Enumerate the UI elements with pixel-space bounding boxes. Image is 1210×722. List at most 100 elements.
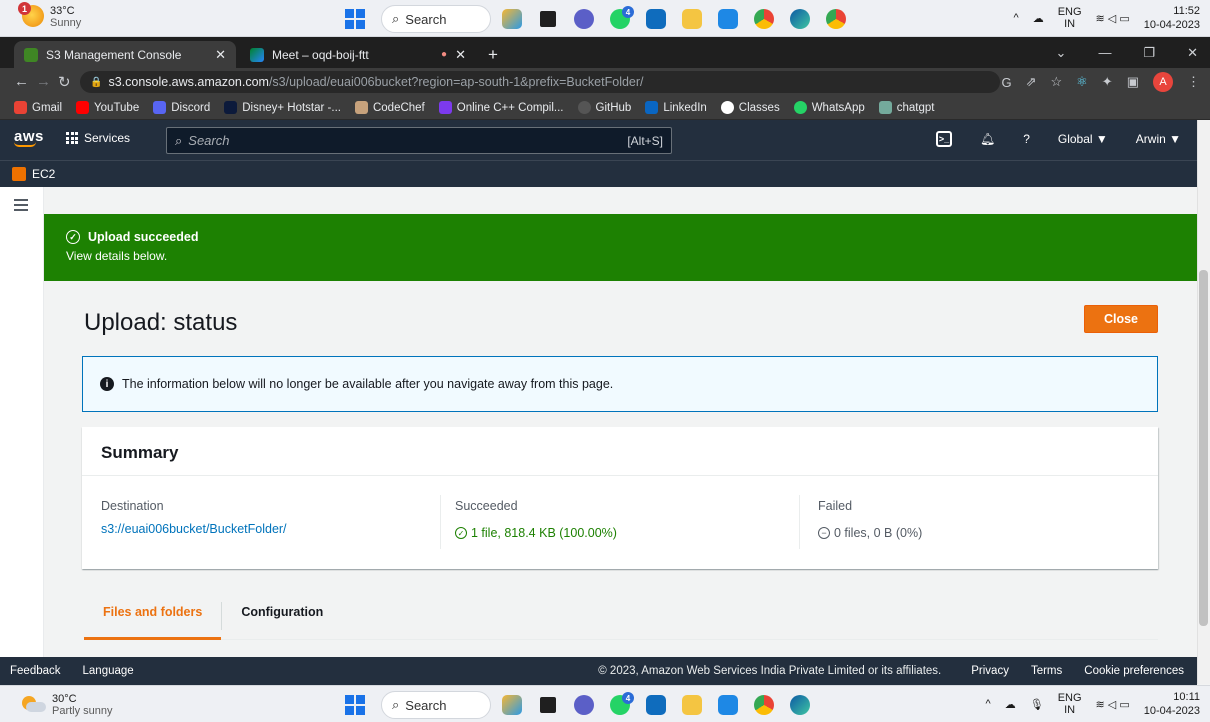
bell-icon[interactable]: 🔔︎ xyxy=(980,132,995,146)
close-button[interactable]: Close xyxy=(1084,305,1158,333)
extensions-icon[interactable]: ✦ xyxy=(1102,74,1113,90)
wifi-volume-battery-icons[interactable]: ≋ ◁ ▭ xyxy=(1096,12,1130,25)
taskbar-app-whatsapp[interactable]: 4 xyxy=(605,5,635,33)
cookie-preferences-link[interactable]: Cookie preferences xyxy=(1084,665,1184,677)
taskbar-app-chrome[interactable] xyxy=(749,5,779,33)
bookmark-label: YouTube xyxy=(94,101,140,114)
services-menu-button[interactable]: Services xyxy=(66,131,130,145)
bookmark-youtube[interactable]: YouTube xyxy=(76,101,139,114)
kebab-menu-icon[interactable]: ⋮ xyxy=(1187,74,1200,90)
hamburger-menu-icon[interactable] xyxy=(14,199,28,214)
folder-icon xyxy=(682,695,702,715)
weather-condition: Partly sunny xyxy=(52,705,113,717)
aws-search-input[interactable]: ⌕ Search [Alt+S] xyxy=(166,127,672,154)
taskbar-app-mail[interactable] xyxy=(713,691,743,719)
google-lens-icon[interactable]: G xyxy=(1001,75,1011,90)
windows-start-icon[interactable] xyxy=(345,695,365,715)
bookmark-codechef[interactable]: CodeChef xyxy=(354,101,425,114)
weather-widget[interactable]: 1 33°C Sunny xyxy=(18,2,81,29)
taskbar-app-teams[interactable] xyxy=(569,5,599,33)
bookmark-linkedin[interactable]: LinkedIn xyxy=(645,101,707,114)
account-menu[interactable]: Arwin ▼ xyxy=(1136,132,1181,146)
privacy-link[interactable]: Privacy xyxy=(971,665,1009,677)
forward-icon[interactable]: → xyxy=(36,73,51,90)
windows-start-icon[interactable] xyxy=(345,9,365,29)
back-icon[interactable]: ← xyxy=(14,73,29,90)
taskbar-app-chrome[interactable] xyxy=(749,691,779,719)
side-panel-icon[interactable]: ▣ xyxy=(1127,74,1139,90)
page-scrollbar[interactable] xyxy=(1197,120,1210,684)
tab-meet[interactable]: Meet – oqd-boij-ftt ● ✕ xyxy=(240,41,476,68)
bookmark-label: Gmail xyxy=(32,101,63,114)
taskbar-search[interactable]: ⌕ Search xyxy=(381,5,491,33)
taskbar-app-taskview[interactable] xyxy=(533,691,563,719)
chevron-up-icon[interactable]: ^ xyxy=(986,698,991,710)
taskbar-app-whatsapp[interactable]: 4 xyxy=(605,691,635,719)
feedback-link[interactable]: Feedback xyxy=(10,665,61,677)
microphone-icon[interactable]: 🎙︎ xyxy=(1030,698,1044,711)
url-bar[interactable]: 🔒 s3.console.aws.amazon.com/s3/upload/eu… xyxy=(80,71,1000,93)
taskbar-search-label: Search xyxy=(405,697,447,713)
taskbar-app-explorer[interactable] xyxy=(677,691,707,719)
share-icon[interactable]: ⇗ xyxy=(1026,74,1037,90)
clock[interactable]: 11:52 10-04-2023 xyxy=(1144,4,1200,32)
taskbar-app-widgets[interactable] xyxy=(497,5,527,33)
cloudshell-icon[interactable]: >_ xyxy=(935,131,952,147)
taskbar-app-explorer[interactable] xyxy=(677,5,707,33)
new-tab-button[interactable]: + xyxy=(478,41,508,68)
tab-s3-console[interactable]: S3 Management Console ✕ xyxy=(14,41,236,68)
taskbar-app-chrome-2[interactable] xyxy=(821,5,851,33)
bookmark-label: chatgpt xyxy=(896,101,935,114)
tab-configuration[interactable]: Configuration xyxy=(222,594,342,640)
taskbar-app-edge[interactable] xyxy=(785,5,815,33)
reload-icon[interactable]: ↻ xyxy=(58,73,71,91)
minimize-icon[interactable]: — xyxy=(1098,45,1111,61)
taskbar-app-mail[interactable] xyxy=(713,5,743,33)
tab-files-and-folders[interactable]: Files and folders xyxy=(84,594,222,640)
taskbar-app-store[interactable] xyxy=(641,5,671,33)
taskbar-app-widgets[interactable] xyxy=(497,691,527,719)
bookmark-classes[interactable]: Classes xyxy=(720,101,780,114)
mail-icon xyxy=(718,695,738,715)
favorite-ec2[interactable]: EC2 xyxy=(32,167,55,181)
taskbar-app-store[interactable] xyxy=(641,691,671,719)
bookmark-whatsapp[interactable]: WhatsApp xyxy=(793,101,865,114)
bookmark-github[interactable]: GitHub xyxy=(577,101,631,114)
region-selector[interactable]: Global ▼ xyxy=(1058,132,1108,146)
clock[interactable]: 10:11 10-04-2023 xyxy=(1144,690,1200,718)
bookmark-star-icon[interactable]: ☆ xyxy=(1050,74,1062,90)
bookmark-chatgpt[interactable]: chatgpt xyxy=(878,101,935,114)
taskbar-app-edge[interactable] xyxy=(785,691,815,719)
cloud-icon[interactable]: ☁ xyxy=(1033,12,1044,25)
cloud-icon[interactable]: ☁ xyxy=(1005,698,1016,711)
close-tab-icon[interactable]: ✕ xyxy=(215,47,226,63)
restore-icon[interactable]: ❐ xyxy=(1143,45,1155,61)
react-devtools-icon[interactable]: ⚛ xyxy=(1076,74,1088,90)
bookmark-gmail[interactable]: Gmail xyxy=(14,101,62,114)
taskbar-app-taskview[interactable] xyxy=(533,5,563,33)
info-alert: i The information below will no longer b… xyxy=(82,356,1158,412)
close-tab-icon[interactable]: ✕ xyxy=(455,47,466,63)
bookmark-online-cpp[interactable]: Online C++ Compil... xyxy=(438,101,564,114)
close-window-icon[interactable]: ✕ xyxy=(1187,45,1198,61)
gmail-icon xyxy=(14,101,27,114)
scrollbar-thumb[interactable] xyxy=(1199,270,1208,626)
terms-link[interactable]: Terms xyxy=(1031,665,1062,677)
bookmark-discord[interactable]: Discord xyxy=(153,101,210,114)
bookmark-hotstar[interactable]: Disney+ Hotstar -... xyxy=(224,101,341,114)
help-icon[interactable]: ? xyxy=(1023,132,1030,146)
chevron-up-icon[interactable]: ^ xyxy=(1014,12,1019,24)
language-indicator[interactable]: ENG IN xyxy=(1058,6,1082,30)
language-indicator[interactable]: ENG IN xyxy=(1058,692,1082,716)
language-link[interactable]: Language xyxy=(83,665,134,677)
taskbar-app-teams[interactable] xyxy=(569,691,599,719)
wifi-volume-battery-icons[interactable]: ≋ ◁ ▭ xyxy=(1096,698,1130,711)
destination-link[interactable]: s3://euai006bucket/BucketFolder/ xyxy=(101,522,287,536)
lang-code: ENG xyxy=(1057,6,1082,18)
aws-logo[interactable]: aws xyxy=(14,128,44,147)
services-label: Services xyxy=(84,131,131,145)
tab-search-chevron-icon[interactable]: ⌄ xyxy=(1056,45,1067,61)
profile-avatar[interactable]: A xyxy=(1153,72,1173,92)
weather-widget[interactable]: 30°C Partly sunny xyxy=(22,693,113,717)
taskbar-search[interactable]: ⌕ Search xyxy=(381,691,491,719)
